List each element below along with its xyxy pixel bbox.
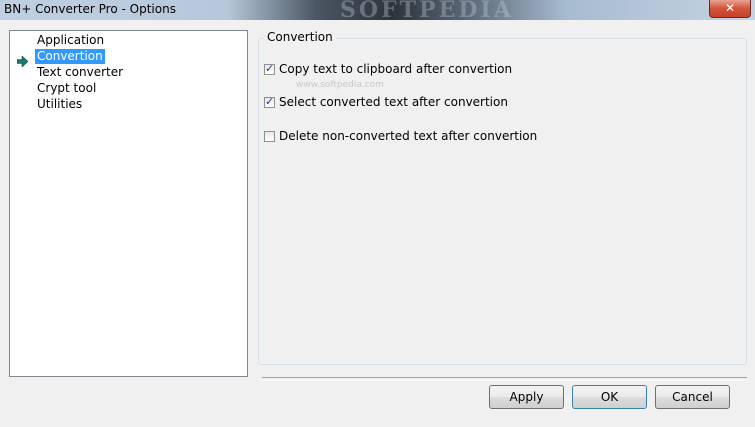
title-bar[interactable]: BN+ Converter Pro - Options SOFTPEDIA ✕ — [0, 0, 755, 23]
checkbox[interactable]: ✓ — [264, 61, 275, 75]
tree-item-application[interactable]: Application — [35, 33, 106, 48]
checkmark-icon: ✓ — [265, 94, 275, 108]
group-title: Convertion — [264, 30, 336, 44]
arrow-right-icon — [17, 56, 28, 67]
option-label: Select converted text after convertion — [279, 95, 508, 109]
ok-button[interactable]: OK — [572, 385, 647, 409]
apply-button[interactable]: Apply — [489, 385, 564, 409]
options-window: BN+ Converter Pro - Options SOFTPEDIA ✕ … — [0, 0, 755, 427]
tree-item-crypt-tool[interactable]: Crypt tool — [35, 81, 98, 96]
checkbox[interactable] — [264, 130, 275, 142]
close-button[interactable]: ✕ — [709, 0, 751, 18]
close-icon: ✕ — [724, 1, 736, 15]
option-label: Delete non-converted text after converti… — [279, 129, 538, 143]
tree-item-convertion[interactable]: Convertion — [34, 48, 106, 65]
tree-item-text-converter[interactable]: Text converter — [35, 65, 125, 80]
cancel-button[interactable]: Cancel — [655, 385, 730, 409]
window-title: BN+ Converter Pro - Options — [4, 2, 176, 16]
option-select-converted[interactable]: ✓ Select converted text after convertion — [264, 94, 508, 110]
checkbox[interactable]: ✓ — [264, 94, 275, 108]
softpedia-url-watermark: www.softpedia.com — [296, 80, 384, 90]
option-copy-to-clipboard[interactable]: ✓ Copy text to clipboard after convertio… — [264, 61, 512, 77]
options-tree[interactable]: Application Convertion Text converter Cr… — [9, 30, 248, 377]
option-label: Copy text to clipboard after convertion — [279, 62, 513, 76]
checkmark-icon: ✓ — [265, 61, 275, 75]
separator — [262, 377, 747, 381]
tree-item-utilities[interactable]: Utilities — [35, 97, 84, 112]
option-delete-non-converted[interactable]: Delete non-converted text after converti… — [264, 128, 537, 144]
softpedia-watermark: SOFTPEDIA — [340, 0, 514, 23]
